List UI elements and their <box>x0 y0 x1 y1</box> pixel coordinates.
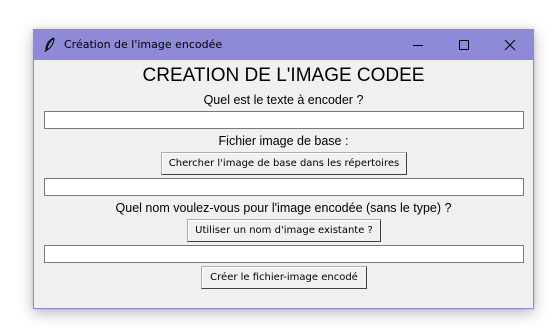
base-image-label: Fichier image de base : <box>218 134 349 148</box>
close-button[interactable] <box>487 30 533 60</box>
use-existing-name-button[interactable]: Utiliser un nom d'image existante ? <box>187 219 381 242</box>
form-area: CREATION DE L'IMAGE CODEE Quel est le te… <box>34 60 533 308</box>
close-icon <box>504 39 516 51</box>
create-encoded-image-button[interactable]: Créer le fichier-image encodé <box>201 266 367 289</box>
maximize-button[interactable] <box>441 30 487 60</box>
text-to-encode-input[interactable] <box>44 111 524 129</box>
text-prompt-label: Quel est le texte à encoder ? <box>203 93 364 107</box>
image-name-input[interactable] <box>44 245 524 263</box>
browse-base-image-button[interactable]: Chercher l'image de base dans les répert… <box>161 152 407 175</box>
page-title: CREATION DE L'IMAGE CODEE <box>142 65 425 86</box>
image-name-prompt-label: Quel nom voulez-vous pour l'image encodé… <box>115 201 452 215</box>
maximize-icon <box>459 40 469 50</box>
feather-icon <box>44 37 55 53</box>
minimize-button[interactable] <box>395 30 441 60</box>
minimize-icon <box>413 45 423 46</box>
app-window: Création de l'image encodée CREATION DE … <box>33 29 534 309</box>
title-bar[interactable]: Création de l'image encodée <box>34 30 533 60</box>
base-image-path-input[interactable] <box>44 178 524 196</box>
window-title: Création de l'image encodée <box>64 38 223 51</box>
